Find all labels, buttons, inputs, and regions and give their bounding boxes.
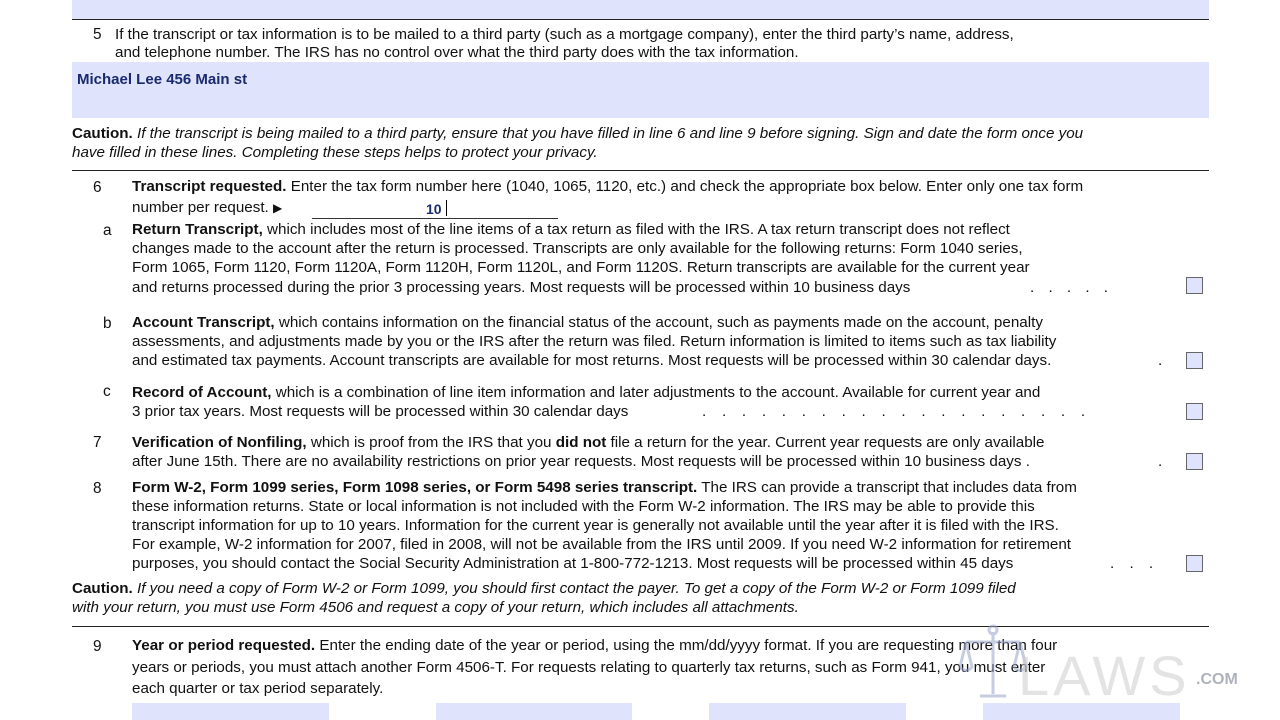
line-8-dots: . . . (1110, 555, 1154, 572)
watermark-brand: LAWS (1018, 644, 1191, 707)
caution-2-label: Caution. (72, 580, 133, 597)
line-6a-l1: Return Transcript, which includes most o… (132, 220, 1010, 239)
arrow-right-icon: ▶ (273, 201, 283, 215)
line-9-l2: years or periods, you must attach anothe… (132, 659, 1046, 676)
line-6a-l2: changes made to the account after the re… (132, 240, 1023, 257)
line-9-text-1: Enter the ending date of the year or per… (319, 637, 1058, 654)
line-5-text-2: and telephone number. The IRS has no con… (115, 44, 799, 61)
line-8-l2: these information returns. State or loca… (132, 498, 1035, 515)
line-8-text-1: The IRS can provide a transcript that in… (701, 479, 1077, 496)
caution-1-text: If the transcript is being mailed to a t… (136, 125, 1084, 142)
line-6a-dots: . . . . . (1030, 279, 1108, 296)
line-9-l1: Year or period requested. Enter the endi… (132, 636, 1057, 655)
line-5-text-1: If the transcript or tax information is … (115, 26, 1014, 43)
w2-transcript-checkbox[interactable] (1186, 555, 1203, 572)
line-6-per-request: number per request. (132, 199, 269, 216)
caution-2-text-2: with your return, you must use Form 4506… (72, 599, 799, 616)
line-7-l2: after June 15th. There are no availabili… (132, 453, 1030, 470)
divider (72, 170, 1209, 171)
caution-2-text: If you need a copy of Form W-2 or Form 1… (136, 580, 1016, 597)
line-6c-title: Record of Account, (132, 384, 272, 401)
line-6b-letter: b (103, 315, 112, 332)
line-6a-text-1: which includes most of the line items of… (267, 221, 1010, 238)
divider (72, 626, 1209, 627)
account-transcript-checkbox[interactable] (1186, 352, 1203, 369)
line-6-title: Transcript requested. (132, 178, 287, 195)
line-6a-l4: and returns processed during the prior 3… (132, 279, 911, 296)
line-9-title: Year or period requested. (132, 637, 316, 654)
line-6c-l1: Record of Account, which is a combinatio… (132, 383, 1040, 402)
line-6c-text-1: which is a combination of line item info… (275, 384, 1041, 401)
caution-1: Caution. If the transcript is being mail… (72, 124, 1212, 143)
line-9-l3: each quarter or tax period separately. (132, 680, 384, 697)
line-8-number: 8 (93, 480, 102, 497)
line-7-dots: . (1158, 453, 1163, 470)
third-party-field[interactable]: Michael Lee 456 Main st (72, 62, 1209, 118)
line-8-l3: transcript information for up to 10 year… (132, 517, 1059, 534)
nonfiling-checkbox[interactable] (1186, 453, 1203, 470)
form-number-input[interactable]: 10 (312, 199, 558, 219)
form-number-value: 10 (426, 201, 442, 217)
line-5-number: 5 (93, 26, 102, 43)
record-of-account-checkbox[interactable] (1186, 403, 1203, 420)
line-6b-l3: and estimated tax payments. Account tran… (132, 352, 1052, 369)
line-6c-dots: . . . . . . . . . . . . . . . . . . . . (702, 403, 1086, 420)
line-6-text-2: number per request. ▶ (132, 198, 282, 218)
divider (72, 19, 1209, 20)
third-party-value: Michael Lee 456 Main st (77, 71, 248, 88)
prior-field[interactable] (72, 0, 1209, 19)
line-7-number: 7 (93, 434, 102, 451)
caution-1-label: Caution. (72, 125, 133, 142)
line-6c-letter: c (103, 383, 111, 400)
caution-1-text-2: have filled in these lines. Completing t… (72, 144, 598, 161)
line-6a-letter: a (103, 222, 112, 239)
period-field-3[interactable] (709, 703, 906, 720)
line-9-number: 9 (93, 638, 102, 655)
line-6b-dots: . (1158, 352, 1163, 369)
line-6b-l1: Account Transcript, which contains infor… (132, 313, 1043, 332)
line-6-instructions: Enter the tax form number here (1040, 10… (290, 178, 1084, 195)
watermark-suffix: .COM (1196, 671, 1238, 688)
return-transcript-checkbox[interactable] (1186, 277, 1203, 294)
line-8-l5: purposes, you should contact the Social … (132, 555, 1014, 572)
line-7-text-1b: did not (555, 434, 607, 451)
line-7-text-1c: file a return for the year. Current year… (610, 434, 1045, 451)
line-8-title: Form W-2, Form 1099 series, Form 1098 se… (132, 479, 698, 496)
line-6b-l2: assessments, and adjustments made by you… (132, 333, 1057, 350)
line-8-l1: Form W-2, Form 1099 series, Form 1098 se… (132, 478, 1077, 497)
line-6a-l3: Form 1065, Form 1120, Form 1120A, Form 1… (132, 259, 1030, 276)
period-field-2[interactable] (436, 703, 632, 720)
period-field-1[interactable] (132, 703, 329, 720)
line-6b-title: Account Transcript, (132, 314, 275, 331)
text-cursor-icon (446, 200, 447, 216)
line-6a-title: Return Transcript, (132, 221, 263, 238)
caution-2: Caution. If you need a copy of Form W-2 … (72, 579, 1016, 598)
line-7-l1: Verification of Nonfiling, which is proo… (132, 433, 1044, 452)
line-6-number: 6 (93, 179, 102, 196)
line-6c-l2: 3 prior tax years. Most requests will be… (132, 403, 629, 420)
line-8-l4: For example, W-2 information for 2007, f… (132, 536, 1071, 553)
line-7-text-1a: which is proof from the IRS that you (310, 434, 552, 451)
line-6-text-1: Transcript requested. Enter the tax form… (132, 177, 1083, 196)
line-7-title: Verification of Nonfiling, (132, 434, 307, 451)
line-6b-text-1: which contains information on the financ… (278, 314, 1043, 331)
